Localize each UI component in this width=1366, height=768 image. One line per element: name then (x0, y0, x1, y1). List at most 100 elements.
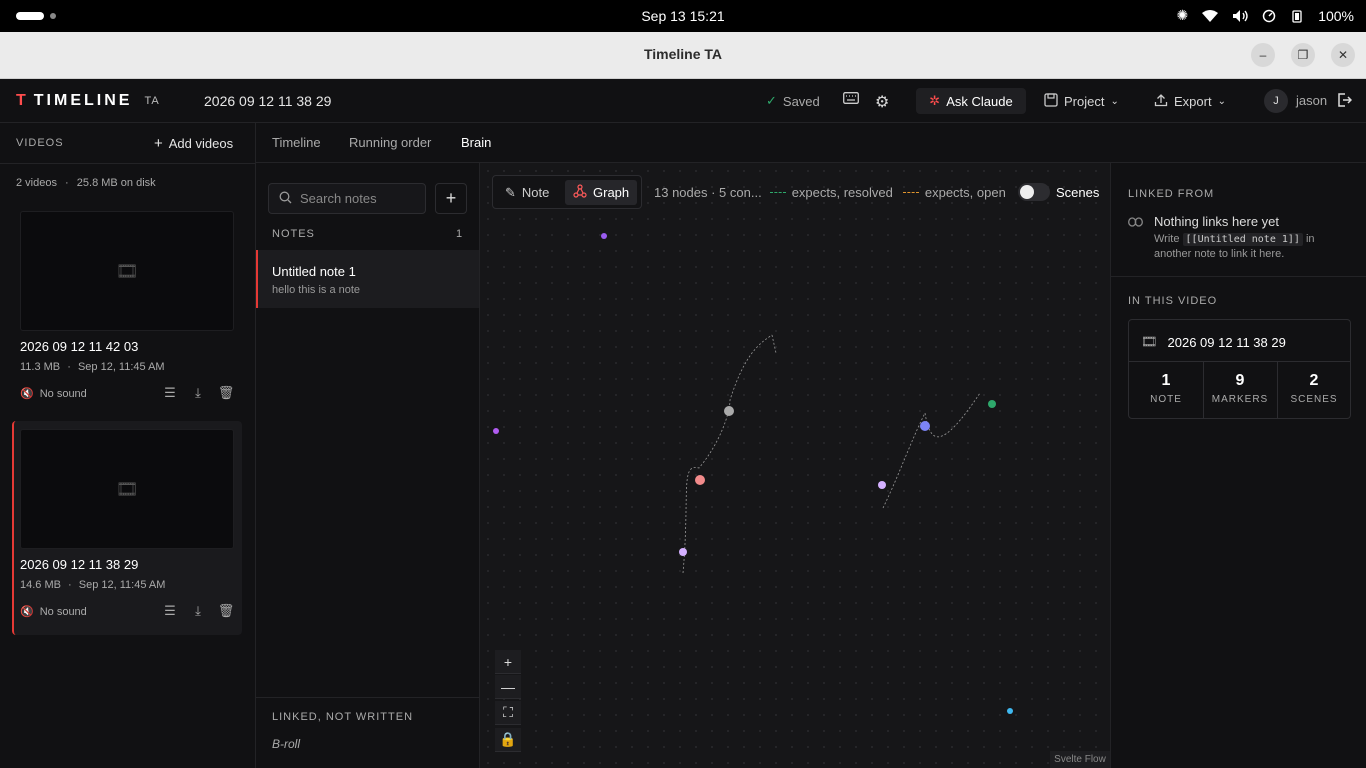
graph-node[interactable] (988, 400, 996, 408)
video-card[interactable]: 🎞 2026 09 12 11 42 03 11.3 MB · Sep 12, … (12, 203, 242, 417)
ask-claude-button[interactable]: ✲ Ask Claude (916, 88, 1026, 114)
plus-icon: + (154, 135, 163, 152)
graph-canvas[interactable]: ✎ Note Graph 13 nodes · 5 con... expects… (480, 163, 1110, 768)
close-button[interactable]: ✕ (1331, 43, 1355, 67)
linked-not-written-item[interactable]: B-roll (272, 737, 300, 751)
notes-count: 1 (456, 228, 463, 240)
graph-stats: 13 nodes · 5 con... (654, 185, 762, 200)
pencil-icon: ✎ (505, 184, 516, 200)
legend-resolved-swatch (769, 192, 786, 193)
add-to-running-order-button[interactable]: ☰ (162, 385, 178, 401)
mute-icon: 🔇 (20, 606, 34, 618)
stat-label: MARKERS (1211, 394, 1269, 405)
lock-button[interactable]: 🔒 (495, 728, 521, 752)
zoom-in-button[interactable]: + (495, 650, 521, 674)
film-icon: 🎞 (1141, 334, 1158, 349)
video-sound-label: No sound (39, 605, 87, 618)
graph-view-label: Graph (593, 185, 630, 200)
note-preview: hello this is a note (272, 284, 361, 296)
stat-scenes[interactable]: 2 SCENES (1277, 362, 1351, 419)
tab-timeline[interactable]: Timeline (272, 135, 321, 150)
logo-mark-icon: T (16, 92, 26, 109)
system-status[interactable]: ✺ 100% (1176, 7, 1354, 24)
download-button[interactable]: ⤓ (190, 603, 206, 619)
export-menu-label: Export (1174, 94, 1212, 109)
check-icon: ✓ (766, 93, 777, 108)
logo-suffix: TA (144, 95, 160, 107)
video-size: 11.3 MB (20, 361, 61, 373)
graph-info: 13 nodes · 5 con... expects, resolved ex… (654, 185, 1006, 200)
upload-icon (1154, 93, 1168, 110)
export-menu-button[interactable]: Export ⌄ (1154, 93, 1226, 110)
video-thumbnail[interactable]: 🎞 (20, 211, 234, 331)
search-notes-field[interactable]: Search notes (268, 183, 426, 214)
tab-brain[interactable]: Brain (461, 135, 491, 150)
search-icon (279, 191, 292, 207)
add-to-running-order-button[interactable]: ☰ (162, 603, 178, 619)
stat-label: NOTE (1150, 394, 1182, 405)
search-notes-placeholder: Search notes (300, 191, 377, 206)
graph-view-button[interactable]: Graph (565, 180, 638, 205)
maximize-button[interactable]: ❐ (1291, 43, 1315, 67)
graph-icon (573, 184, 587, 201)
save-status-label: Saved (782, 93, 820, 109)
new-note-button[interactable]: + (435, 183, 467, 214)
close-icon: ✕ (1337, 48, 1349, 62)
add-videos-button[interactable]: + Add videos (154, 135, 233, 152)
app-logo[interactable]: T TIMELINE TA (16, 92, 160, 110)
linked-from-heading: LINKED FROM (1128, 188, 1215, 200)
legend-open-swatch (902, 192, 919, 193)
toggle-knob (1020, 185, 1034, 199)
delete-button[interactable]: 🗑 (218, 385, 235, 401)
details-panel: LINKED FROM Nothing links here yet Write… (1110, 163, 1366, 768)
plus-icon: + (503, 653, 513, 670)
film-icon: 🎞 (115, 260, 139, 281)
fit-view-button[interactable]: ⛶ (495, 701, 521, 725)
zoom-out-button[interactable]: — (495, 675, 521, 699)
graph-node[interactable] (601, 233, 607, 239)
graph-node[interactable] (1007, 708, 1013, 714)
graph-node[interactable] (493, 428, 499, 434)
note-view-button[interactable]: ✎ Note (497, 180, 557, 205)
project-name[interactable]: 2026 09 12 11 38 29 (204, 93, 331, 109)
avatar[interactable]: J (1264, 89, 1288, 113)
plus-icon: + (445, 188, 457, 208)
scenes-toggle[interactable] (1018, 183, 1050, 201)
settings-button[interactable]: ⚙ (875, 92, 889, 112)
keyboard-shortcuts-button[interactable] (843, 92, 859, 107)
stat-value: 2 (1309, 372, 1319, 389)
graph-node[interactable] (878, 481, 886, 489)
gear-icon: ⚙ (875, 94, 890, 111)
notes-heading: NOTES (272, 228, 315, 240)
note-list-item[interactable]: Untitled note 1 hello this is a note (256, 250, 479, 308)
download-button[interactable]: ⤓ (190, 385, 206, 401)
stat-value: 9 (1235, 372, 1245, 389)
videos-summary: 2 videos · 25.8 MB on disk (16, 177, 156, 189)
stat-notes[interactable]: 1 NOTE (1129, 362, 1203, 419)
graph-node[interactable] (695, 475, 705, 485)
graph-node[interactable] (679, 548, 687, 556)
tab-running-order[interactable]: Running order (349, 135, 431, 150)
logout-button[interactable] (1336, 92, 1353, 111)
system-clock[interactable]: Sep 13 15:21 (0, 8, 1366, 24)
app-header: T TIMELINE TA 2026 09 12 11 38 29 ✓ Save… (0, 79, 1366, 123)
video-card-selected[interactable]: 🎞 2026 09 12 11 38 29 14.6 MB · Sep 12, … (12, 421, 242, 635)
no-links-hint: Write [[Untitled note 1]] in another not… (1154, 232, 1354, 262)
graph-node[interactable] (920, 421, 930, 431)
scenes-toggle-label: Scenes (1056, 185, 1100, 200)
view-mode-toggle: ✎ Note Graph (492, 175, 642, 209)
project-menu-button[interactable]: Project ⌄ (1044, 93, 1119, 110)
graph-node[interactable] (724, 406, 734, 416)
graph-edges (682, 334, 981, 574)
svelte-flow-attribution[interactable]: Svelte Flow (1050, 751, 1110, 768)
divider (0, 163, 256, 164)
maximize-icon: ❐ (1297, 48, 1309, 62)
video-summary-title[interactable]: 🎞 2026 09 12 11 38 29 (1141, 334, 1286, 350)
graph-edge (882, 392, 981, 509)
window-title: Timeline TA (643, 46, 723, 62)
video-thumbnail[interactable]: 🎞 (20, 429, 234, 549)
window-titlebar: Timeline TA – ❐ ✕ (0, 32, 1366, 79)
delete-button[interactable]: 🗑 (218, 603, 235, 619)
minimize-button[interactable]: – (1251, 43, 1275, 67)
stat-markers[interactable]: 9 MARKERS (1203, 362, 1277, 419)
